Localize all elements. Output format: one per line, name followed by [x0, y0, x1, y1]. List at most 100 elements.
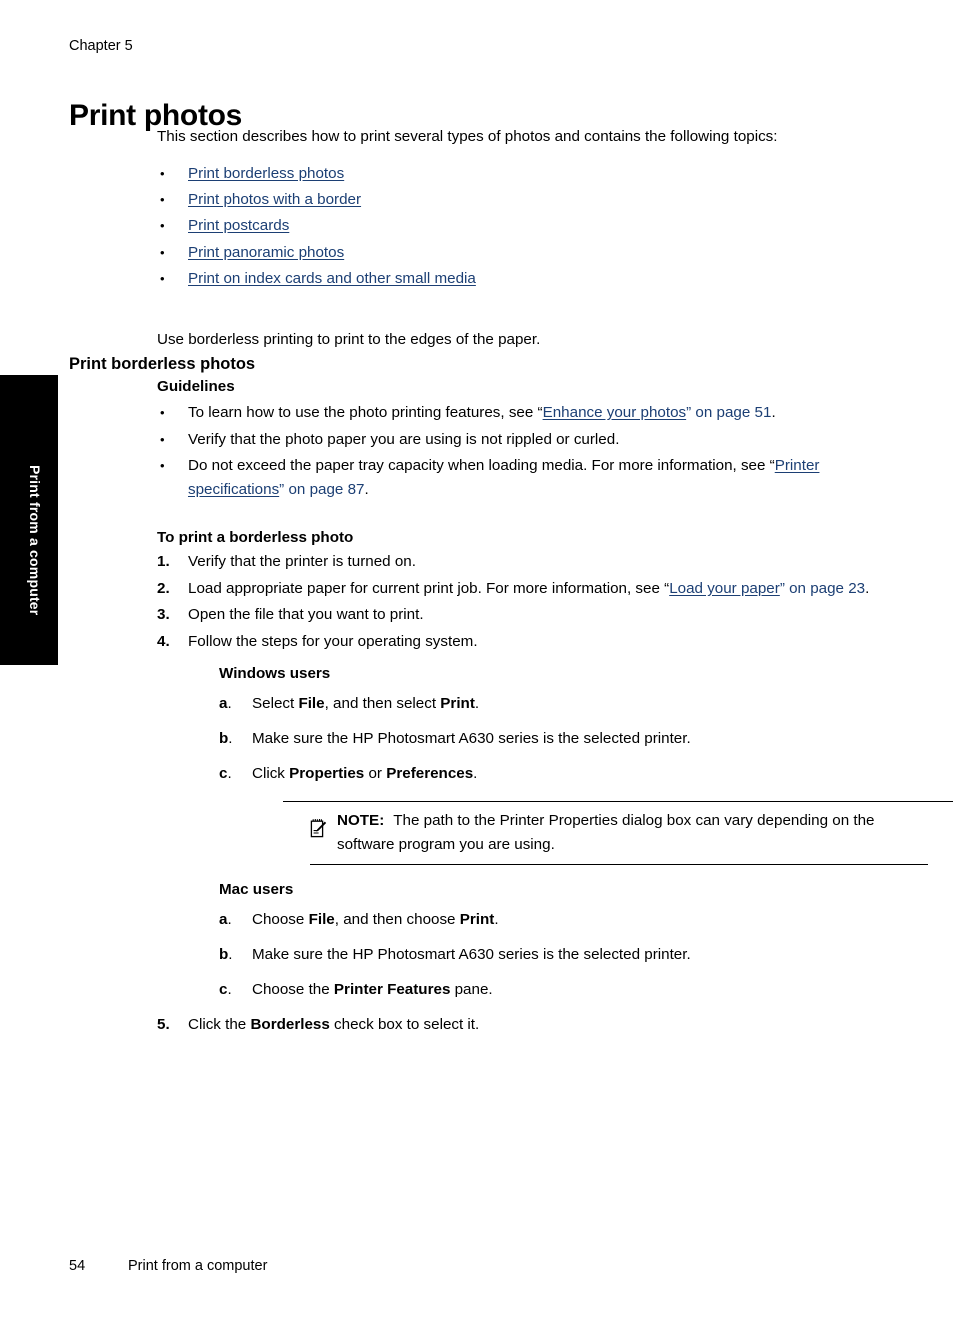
mac-users-heading: Mac users — [219, 881, 294, 899]
windows-substep-c-seg2: or — [364, 765, 387, 783]
list-item: Do not exceed the paper tray capacity wh… — [157, 454, 892, 501]
step-3: 3. Open the file that you want to print. — [157, 603, 892, 627]
intro-paragraph: This section describes how to print seve… — [157, 128, 778, 145]
step-5-text-before: Click the — [188, 1016, 251, 1034]
windows-substep-b: b. Make sure the HP Photosmart A630 seri… — [219, 727, 892, 750]
step-1-text: Verify that the printer is turned on. — [188, 553, 416, 571]
step-5: 5. Click the Borderless check box to sel… — [157, 1013, 892, 1037]
note-text: NOTE: The path to the Printer Properties … — [337, 812, 875, 853]
mac-substep-a-bold2: Print — [459, 911, 495, 929]
windows-substep-b-letter: b. — [219, 730, 233, 748]
step-2-text-mid: ” — [779, 579, 790, 597]
windows-substep-c-seg3: . — [473, 765, 478, 783]
note-admonition: NOTE: The path to the Printer Properties … — [283, 801, 953, 866]
mac-substep-a: a. Choose File, and then choose Print. — [219, 908, 892, 931]
windows-substep-a-seg3: . — [474, 695, 480, 713]
topic-link-0[interactable]: Print borderless photos — [188, 165, 344, 182]
mac-substep-a-seg1: Choose — [252, 911, 309, 929]
section-heading: Print borderless photos — [69, 354, 256, 373]
document-page: Chapter 5 Print from a computer Print ph… — [0, 0, 954, 1321]
windows-substep-c: c. Click Properties or Preferences. — [219, 762, 892, 785]
list-item: Print on index cards and other small med… — [157, 266, 892, 293]
mac-substep-b-letter: b. — [219, 946, 233, 964]
windows-substep-a-letter: a. — [219, 695, 232, 713]
topic-link-1[interactable]: Print photos with a border — [188, 191, 361, 208]
content-column: This section describes how to print seve… — [157, 126, 953, 1040]
topic-link-4[interactable]: Print on index cards and other small med… — [188, 270, 476, 287]
guidelines-heading: Guidelines — [157, 378, 235, 396]
guideline-0-text-after: . — [771, 404, 776, 422]
list-item: Print postcards — [157, 213, 892, 240]
chapter-label: Chapter 5 — [69, 38, 133, 54]
step-1-number: 1. — [157, 553, 170, 571]
procedure-step-list: 1. Verify that the printer is turned on.… — [157, 550, 953, 1037]
guideline-2-text-before: Do not exceed the paper tray capacity wh… — [188, 457, 775, 475]
guideline-2-text-after: . — [364, 480, 369, 498]
windows-substep-c-seg1: Click — [252, 765, 290, 783]
guideline-0-page-ref: on page 51 — [695, 404, 772, 422]
section-intro-paragraph: Use borderless printing to print to the … — [157, 330, 541, 348]
guideline-1-text: Verify that the photo paper you are usin… — [188, 430, 620, 448]
list-item: Print borderless photos — [157, 161, 892, 188]
windows-substep-a-bold2: Print — [440, 695, 475, 713]
guideline-2-page-ref: on page 87 — [288, 480, 365, 498]
guideline-0-link[interactable]: Enhance your photos — [543, 404, 687, 421]
mac-substep-c-seg1: Choose the — [252, 981, 334, 999]
mac-substep-c: c. Choose the Printer Features pane. — [219, 978, 892, 1001]
step-2-text-before: Load appropriate paper for current print… — [188, 579, 670, 597]
windows-substep-a-bold1: File — [298, 695, 325, 713]
mac-substep-b-seg1: Make sure the HP Photosmart A630 series … — [252, 946, 691, 964]
step-1: 1. Verify that the printer is turned on. — [157, 550, 892, 574]
windows-substep-b-seg1: Make sure the HP Photosmart A630 series … — [252, 730, 691, 748]
note-body: The path to the Printer Properties dialo… — [337, 812, 875, 853]
windows-substep-a-seg2: , and then select — [324, 695, 441, 713]
mac-substep-a-seg2: , and then choose — [334, 911, 460, 929]
step-5-number: 5. — [157, 1016, 170, 1034]
guideline-0-text-before: To learn how to use the photo printing f… — [188, 404, 543, 422]
notepad-pencil-icon — [310, 818, 327, 838]
edge-tab: Print from a computer — [0, 375, 58, 665]
list-item: Print panoramic photos — [157, 240, 892, 267]
step-2-page-ref: on page 23 — [789, 579, 866, 597]
os-instructions-block: Windows users a. Select File, and then s… — [219, 653, 953, 1001]
step-5-bold: Borderless — [250, 1016, 330, 1034]
footer-running-title: Print from a computer — [128, 1258, 268, 1274]
step-2-text-after: . — [865, 579, 870, 597]
topic-link-3[interactable]: Print panoramic photos — [188, 244, 344, 261]
windows-substep-c-bold2: Preferences — [386, 765, 474, 783]
procedure-heading: To print a borderless photo — [157, 529, 354, 547]
mac-substep-a-seg3: . — [494, 911, 499, 929]
windows-substep-list: a. Select File, and then select Print. b… — [219, 692, 892, 785]
windows-users-heading: Windows users — [219, 665, 331, 683]
guidelines-list: To learn how to use the photo printing f… — [157, 401, 892, 501]
list-item: Verify that the photo paper you are usin… — [157, 428, 892, 452]
windows-substep-c-letter: c. — [219, 765, 232, 783]
step-4-number: 4. — [157, 632, 170, 650]
topic-link-list: Print borderless photos Print photos wit… — [157, 161, 892, 293]
mac-substep-a-letter: a. — [219, 911, 232, 929]
topic-link-2[interactable]: Print postcards — [188, 217, 289, 234]
step-2-number: 2. — [157, 579, 170, 597]
note-label: NOTE: — [337, 812, 385, 830]
mac-substep-c-seg2: pane. — [450, 981, 493, 999]
step-2: 2. Load appropriate paper for current pr… — [157, 577, 892, 601]
mac-substep-c-bold1: Printer Features — [333, 981, 451, 999]
step-4-text: Follow the steps for your operating syst… — [188, 632, 478, 650]
list-item: To learn how to use the photo printing f… — [157, 401, 892, 425]
step-5-text-after: check box to select it. — [329, 1016, 480, 1034]
windows-substep-a: a. Select File, and then select Print. — [219, 692, 892, 715]
windows-substep-c-bold1: Properties — [289, 765, 365, 783]
footer-page-number: 54 — [69, 1258, 86, 1274]
mac-substep-b: b. Make sure the HP Photosmart A630 seri… — [219, 943, 892, 966]
list-item: Print photos with a border — [157, 187, 892, 214]
step-3-text: Open the file that you want to print. — [188, 606, 424, 624]
mac-substep-c-letter: c. — [219, 981, 232, 999]
note-inner: NOTE: The path to the Printer Properties … — [310, 809, 928, 866]
windows-substep-a-seg1: Select — [252, 695, 299, 713]
edge-tab-label: Print from a computer — [27, 465, 43, 616]
step-2-link[interactable]: Load your paper — [669, 580, 780, 597]
mac-substep-list: a. Choose File, and then choose Print. b… — [219, 908, 892, 1001]
step-4: 4. Follow the steps for your operating s… — [157, 630, 953, 1002]
mac-substep-a-bold1: File — [308, 911, 335, 929]
step-3-number: 3. — [157, 606, 170, 624]
